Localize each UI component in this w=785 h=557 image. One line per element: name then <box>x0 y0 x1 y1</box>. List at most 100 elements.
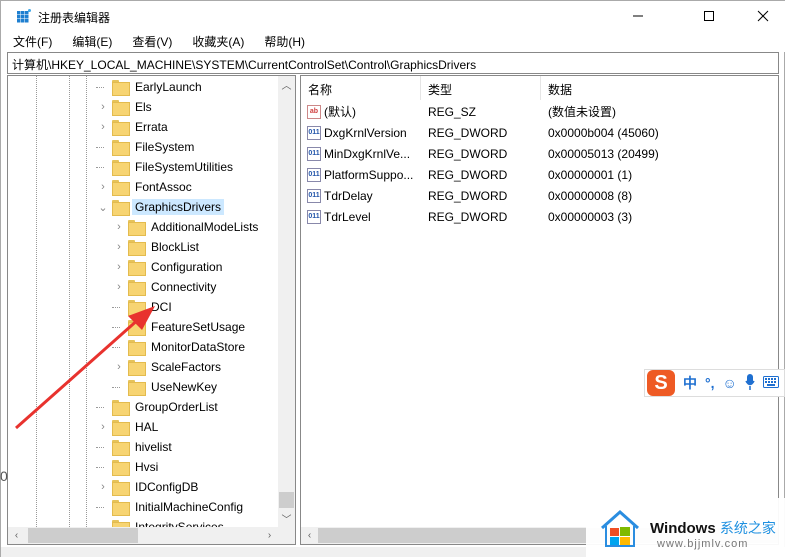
value-row[interactable]: 011 PlatformSuppo... REG_DWORD 0x00000001 (… <box>301 164 778 185</box>
tree-item[interactable]: InitialMachineConfig <box>112 497 246 517</box>
folder-icon <box>128 220 146 236</box>
scroll-left-icon[interactable]: ‹ <box>301 527 318 544</box>
menu-help[interactable]: 帮助(H) <box>261 31 308 52</box>
chevron-right-icon[interactable]: › <box>114 361 124 373</box>
regedit-app-icon <box>17 9 31 23</box>
tree-item[interactable]: IntegrityServices <box>112 517 227 527</box>
sogou-logo-icon[interactable]: S <box>647 370 675 396</box>
tree-item[interactable]: BlockList <box>128 237 202 257</box>
tree-item[interactable]: Errata <box>112 117 171 137</box>
chevron-right-icon[interactable]: › <box>98 121 108 133</box>
value-name: DxgKrnlVersion <box>324 125 407 140</box>
tree-hscroll-thumb[interactable] <box>28 528 138 543</box>
folder-icon <box>112 120 130 136</box>
tree-item[interactable]: hivelist <box>112 437 175 457</box>
tree-vertical-scrollbar[interactable]: ︿ ﹀ <box>278 76 295 527</box>
tree-item[interactable]: Els <box>112 97 155 117</box>
scroll-down-icon[interactable]: ﹀ <box>278 510 295 527</box>
value-name-cell: 011 DxgKrnlVersion <box>301 125 421 140</box>
address-bar[interactable]: 计算机\HKEY_LOCAL_MACHINE\SYSTEM\CurrentCon… <box>7 52 779 74</box>
keyboard-icon[interactable] <box>762 375 779 391</box>
chevron-right-icon[interactable]: › <box>114 261 124 273</box>
tree-item[interactable]: ScaleFactors <box>128 357 224 377</box>
tree-item[interactable]: Hvsi <box>112 457 161 477</box>
folder-icon <box>128 320 146 336</box>
chevron-right-icon[interactable]: › <box>114 241 124 253</box>
menu-view[interactable]: 查看(V) <box>129 31 175 52</box>
chevron-right-icon[interactable]: › <box>98 181 108 193</box>
tree-item-label: IntegrityServices <box>135 520 224 527</box>
scroll-right-icon[interactable]: › <box>261 527 278 544</box>
site-watermark: Windows 系统之家 www.bjjmlv.com <box>586 498 785 557</box>
folder-icon <box>128 360 146 376</box>
chevron-right-icon[interactable]: › <box>114 281 124 293</box>
menu-favorites[interactable]: 收藏夹(A) <box>189 31 247 52</box>
tree-item[interactable]: FontAssoc <box>112 177 195 197</box>
folder-icon <box>128 380 146 396</box>
scroll-left-icon[interactable]: ‹ <box>8 527 25 544</box>
tree-item[interactable]: AdditionalModeLists <box>128 217 261 237</box>
string-value-icon: ab <box>307 104 321 119</box>
folder-icon <box>128 260 146 276</box>
maximize-button[interactable] <box>686 1 732 31</box>
tree-item-label: ScaleFactors <box>151 360 222 374</box>
scroll-up-icon[interactable]: ︿ <box>278 76 295 93</box>
column-header-data[interactable]: 数据 <box>541 76 778 100</box>
tree-item[interactable]: FileSystem <box>112 137 197 157</box>
tree-connector <box>96 507 104 508</box>
chevron-right-icon[interactable]: › <box>114 221 124 233</box>
ime-mode-toggle[interactable]: 中 <box>683 373 697 393</box>
chevron-right-icon[interactable]: › <box>98 421 108 433</box>
menu-bar: 文件(F) 编辑(E) 查看(V) 收藏夹(A) 帮助(H) <box>1 31 785 52</box>
folder-icon <box>112 500 130 516</box>
key-tree: EarlyLaunch Els › Errata › FileSystem FileSyst… <box>8 76 279 527</box>
column-header-type[interactable]: 类型 <box>421 76 541 100</box>
tree-vscroll-thumb[interactable] <box>279 492 294 508</box>
tree-item[interactable]: GraphicsDrivers <box>112 197 225 217</box>
tree-horizontal-scrollbar[interactable]: ‹ › <box>8 527 295 544</box>
ime-toolbar: S 中 °, ☺ <box>644 369 785 397</box>
value-row[interactable]: 011 MinDxgKrnlVe... REG_DWORD 0x00005013 (2… <box>301 143 778 164</box>
value-data: 0x00000008 (8) <box>548 188 633 203</box>
tree-item-label: Configuration <box>151 260 223 274</box>
value-type: REG_DWORD <box>428 146 508 161</box>
chevron-right-icon[interactable]: › <box>98 101 108 113</box>
tree-item[interactable]: GroupOrderList <box>112 397 221 417</box>
emoji-icon[interactable]: ☺ <box>723 375 737 391</box>
binary-value-icon: 011 <box>307 146 321 161</box>
tree-item[interactable]: UseNewKey <box>128 377 220 397</box>
minimize-button[interactable] <box>615 1 661 31</box>
menu-edit[interactable]: 编辑(E) <box>69 31 115 52</box>
folder-icon <box>128 340 146 356</box>
tree-item[interactable]: Connectivity <box>128 277 219 297</box>
tree-item[interactable]: Configuration <box>128 257 225 277</box>
chevron-down-icon[interactable]: ⌄ <box>98 202 108 214</box>
menu-file[interactable]: 文件(F) <box>10 31 55 52</box>
column-header-name[interactable]: 名称 <box>301 76 421 100</box>
chevron-right-icon[interactable]: › <box>98 481 108 493</box>
tree-item[interactable]: FileSystemUtilities <box>112 157 236 177</box>
value-row[interactable]: 011 TdrDelay REG_DWORD 0x00000008 (8) <box>301 185 778 206</box>
value-row[interactable]: ab (默认) REG_SZ (数值未设置) <box>301 101 778 122</box>
folder-icon <box>112 440 130 456</box>
value-name: TdrLevel <box>324 209 371 224</box>
tree-item[interactable]: MonitorDataStore <box>128 337 248 357</box>
title-bar[interactable]: 注册表编辑器 <box>1 1 785 31</box>
microphone-icon[interactable] <box>745 373 755 393</box>
punctuation-icon[interactable]: °, <box>705 375 715 391</box>
tree-item[interactable]: FeatureSetUsage <box>128 317 248 337</box>
registry-editor-window: 注册表编辑器 文件(F) 编辑(E) 查看(V) 收藏夹(A) 帮助(H) 计算… <box>0 0 785 557</box>
value-data: 0x00000001 (1) <box>548 167 633 182</box>
tree-item[interactable]: HAL <box>112 417 161 437</box>
tree-item[interactable]: DCI <box>128 297 175 317</box>
folder-icon <box>128 280 146 296</box>
value-row[interactable]: 011 TdrLevel REG_DWORD 0x00000003 (3) <box>301 206 778 227</box>
tree-item[interactable]: EarlyLaunch <box>112 77 205 97</box>
value-type: REG_DWORD <box>428 167 508 182</box>
close-button[interactable] <box>740 1 785 31</box>
watermark-brand: Windows 系统之家 <box>650 518 776 538</box>
tree-item-label: Connectivity <box>151 280 217 294</box>
tree-item[interactable]: IDConfigDB <box>112 477 201 497</box>
folder-icon <box>112 100 130 116</box>
value-row[interactable]: 011 DxgKrnlVersion REG_DWORD 0x0000b004 (45… <box>301 122 778 143</box>
